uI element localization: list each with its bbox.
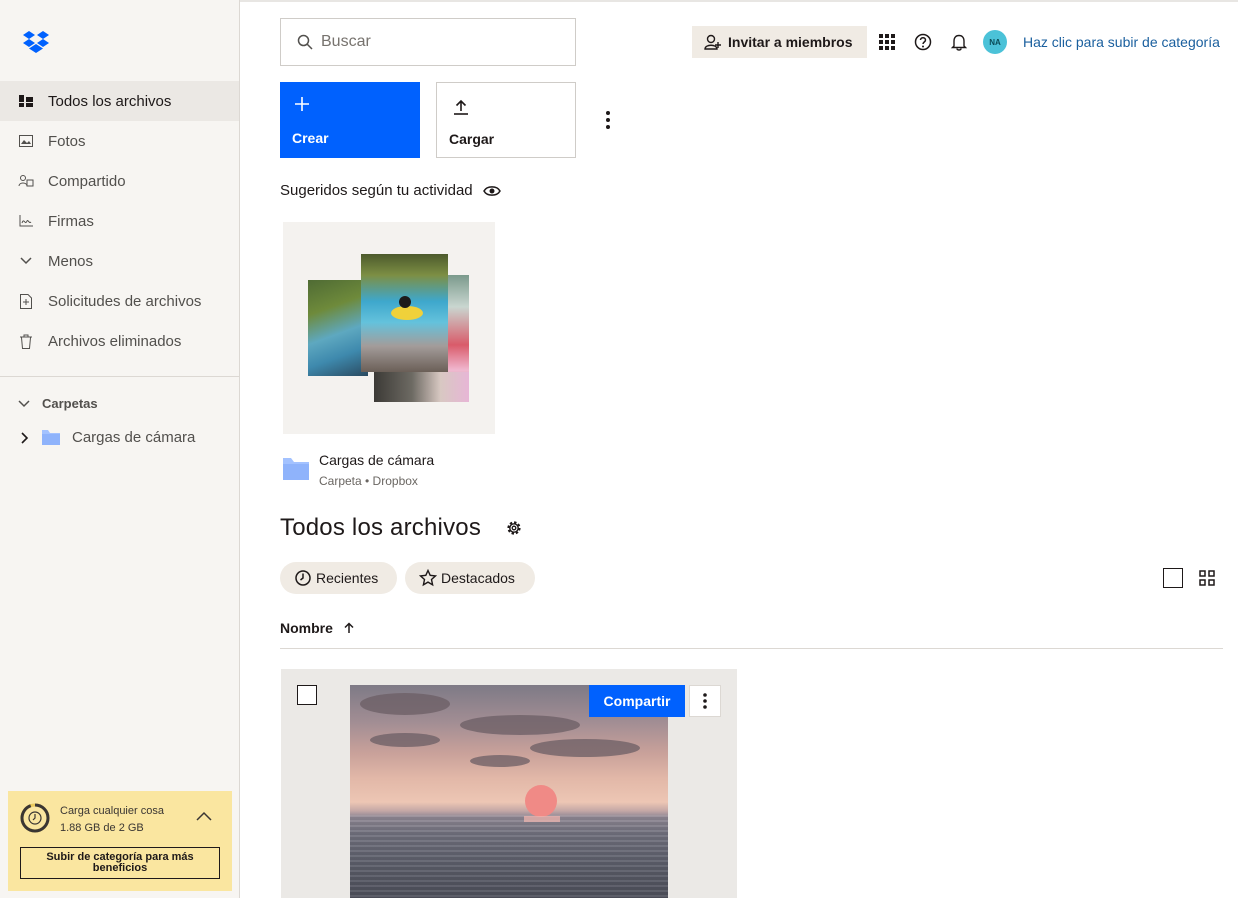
folder-label: Cargas de cámara xyxy=(72,429,196,446)
notifications-bell-icon[interactable] xyxy=(950,33,968,51)
storage-usage: 1.88 GB de 2 GB xyxy=(60,822,144,834)
cloud xyxy=(460,715,580,735)
file-tile[interactable]: Compartir xyxy=(281,669,737,898)
filter-starred-chip[interactable]: Destacados xyxy=(405,562,535,594)
thumbnail-photo xyxy=(361,254,448,372)
plus-icon xyxy=(295,97,309,111)
invite-members-button[interactable]: Invitar a miembros xyxy=(692,26,867,58)
sidebar-item-photos[interactable]: Fotos xyxy=(0,121,239,161)
trash-icon xyxy=(18,333,34,349)
sort-by-name[interactable]: Nombre xyxy=(280,620,355,636)
add-user-icon xyxy=(704,34,721,50)
swimmer xyxy=(399,296,411,308)
clock-icon xyxy=(295,570,311,586)
photos-icon xyxy=(18,133,34,149)
share-button[interactable]: Compartir xyxy=(589,685,685,717)
page-title: Todos los archivos xyxy=(280,514,482,541)
sidebar-nav: Todos los archivos Fotos Compartido Firm… xyxy=(0,81,239,361)
more-options-icon[interactable] xyxy=(598,110,618,130)
filter-recent-chip[interactable]: Recientes xyxy=(280,562,397,594)
dropbox-logo-icon[interactable] xyxy=(22,30,50,54)
sidebar-item-label: Todos los archivos xyxy=(48,92,172,110)
chevron-up-icon[interactable] xyxy=(196,811,212,821)
sun xyxy=(525,785,557,817)
sort-column-label: Nombre xyxy=(280,620,333,636)
thumbnail-photo xyxy=(374,372,469,402)
file-requests-icon xyxy=(18,293,34,309)
chevron-down-icon xyxy=(18,253,34,269)
search-icon xyxy=(297,34,313,50)
sun-reflection xyxy=(524,816,560,822)
sea xyxy=(350,815,668,898)
cloud xyxy=(530,739,640,757)
sidebar-folder-camera-uploads[interactable]: Cargas de cámara xyxy=(18,429,195,446)
storage-meter-icon xyxy=(20,803,50,833)
avatar[interactable]: NA xyxy=(983,30,1007,54)
search-input[interactable] xyxy=(321,33,561,51)
more-options-icon xyxy=(703,693,707,709)
suggested-folder-card[interactable] xyxy=(283,222,495,434)
grid-view-icon[interactable] xyxy=(1199,570,1215,586)
invite-members-label: Invitar a miembros xyxy=(728,34,853,50)
select-all-checkbox[interactable] xyxy=(1163,568,1183,588)
upload-button[interactable]: Cargar xyxy=(436,82,576,158)
gear-icon[interactable] xyxy=(505,519,523,537)
sidebar-item-file-requests[interactable]: Solicitudes de archivos xyxy=(0,281,239,321)
upload-icon xyxy=(454,99,468,115)
sidebar-divider xyxy=(0,376,239,377)
thumbnail-photo xyxy=(308,280,368,376)
sidebar-item-shared[interactable]: Compartido xyxy=(0,161,239,201)
sidebar-item-label: Compartido xyxy=(48,172,126,190)
create-label: Crear xyxy=(292,130,329,146)
suggested-card-meta: Carpeta • Dropbox xyxy=(319,474,418,488)
top-border xyxy=(240,0,1238,2)
sidebar-item-less[interactable]: Menos xyxy=(0,241,239,281)
signatures-icon xyxy=(18,213,34,229)
sidebar-item-label: Menos xyxy=(48,252,94,270)
sidebar-item-label: Solicitudes de archivos xyxy=(48,292,202,310)
folder-icon xyxy=(283,458,309,480)
apps-grid-icon[interactable] xyxy=(878,33,896,51)
cloud xyxy=(370,733,440,747)
folders-heading[interactable]: Carpetas xyxy=(18,396,98,411)
sidebar-item-label: Fotos xyxy=(48,132,86,150)
filter-recent-label: Recientes xyxy=(316,570,379,586)
star-icon xyxy=(419,569,437,587)
upgrade-link[interactable]: Haz clic para subir de categoría xyxy=(1023,34,1220,50)
arrow-up-icon xyxy=(344,622,354,633)
cloud xyxy=(470,755,530,767)
sidebar-item-signatures[interactable]: Firmas xyxy=(0,201,239,241)
sidebar-item-label: Archivos eliminados xyxy=(48,332,182,350)
file-select-checkbox[interactable] xyxy=(297,685,317,705)
chevron-down-icon xyxy=(18,399,30,407)
sidebar-item-label: Firmas xyxy=(48,212,94,230)
list-header-divider xyxy=(280,648,1223,649)
search-box[interactable] xyxy=(280,18,576,66)
create-button[interactable]: Crear xyxy=(280,82,420,158)
storage-title: Carga cualquier cosa xyxy=(60,805,164,817)
all-files-icon xyxy=(18,93,34,109)
suggested-heading: Sugeridos según tu actividad xyxy=(280,182,501,199)
suggested-heading-label: Sugeridos según tu actividad xyxy=(280,182,473,199)
storage-upgrade-panel: Carga cualquier cosa 1.88 GB de 2 GB Sub… xyxy=(8,791,232,891)
sidebar-item-all-files[interactable]: Todos los archivos xyxy=(0,81,239,121)
cloud xyxy=(360,693,450,715)
pool-float xyxy=(391,306,423,320)
sidebar: Todos los archivos Fotos Compartido Firm… xyxy=(0,0,240,898)
filter-starred-label: Destacados xyxy=(441,570,515,586)
help-icon[interactable] xyxy=(914,33,932,51)
upload-label: Cargar xyxy=(449,131,495,147)
sidebar-item-deleted-files[interactable]: Archivos eliminados xyxy=(0,321,239,361)
folder-icon xyxy=(42,430,60,445)
chevron-right-icon[interactable] xyxy=(18,431,32,444)
upgrade-button[interactable]: Subir de categoría para más beneficios xyxy=(20,847,220,879)
shared-icon xyxy=(18,173,34,189)
eye-icon[interactable] xyxy=(482,185,501,197)
suggested-card-name[interactable]: Cargas de cámara xyxy=(319,452,434,468)
file-more-options-button[interactable] xyxy=(689,685,721,717)
folders-heading-label: Carpetas xyxy=(42,396,98,411)
